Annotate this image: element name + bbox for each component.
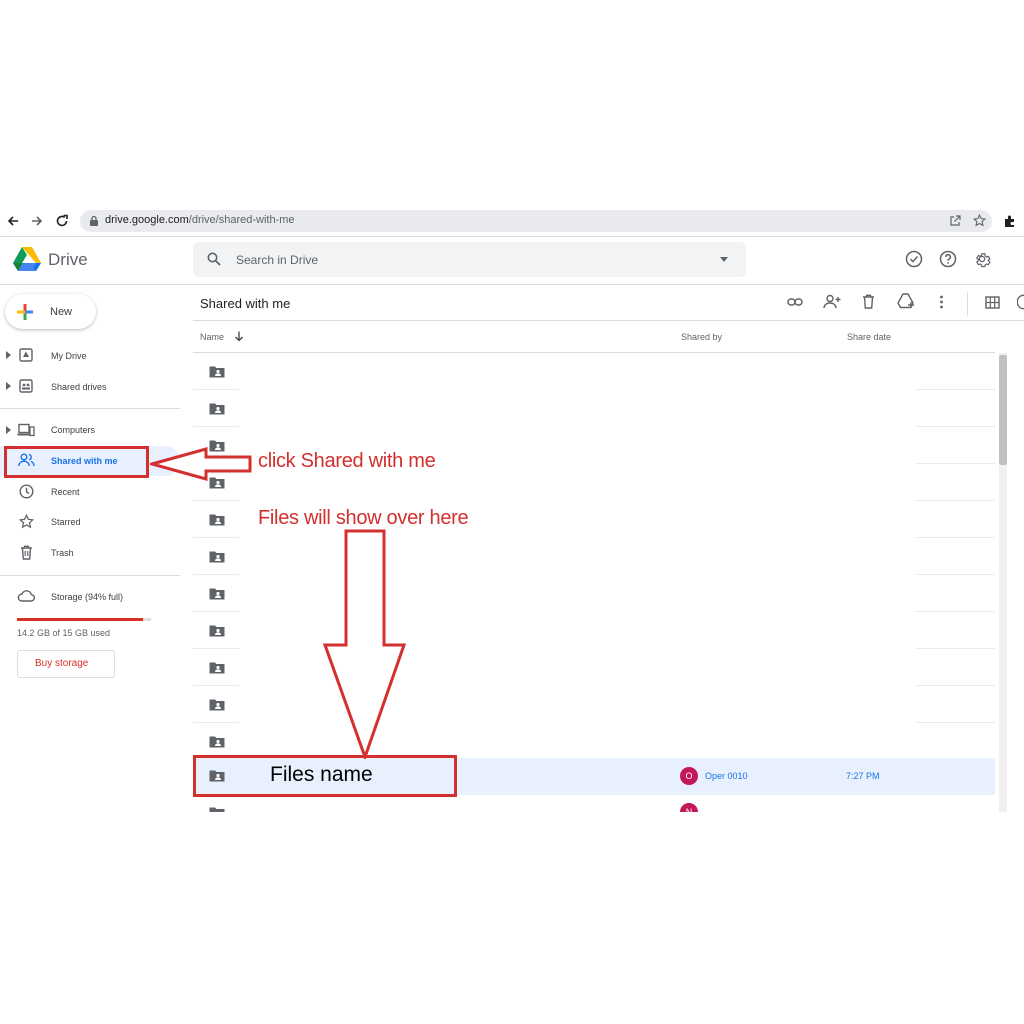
add-to-drive-icon[interactable] xyxy=(897,293,915,309)
app-title[interactable]: Drive xyxy=(48,250,88,270)
shared-folder-icon xyxy=(209,625,225,637)
shared-folder-icon xyxy=(209,662,225,674)
storage-bar-fill xyxy=(17,618,143,621)
column-header-name[interactable]: Name xyxy=(200,332,224,342)
bookmark-star-icon[interactable] xyxy=(973,214,986,227)
left-arrow-annotation-icon xyxy=(150,447,252,481)
my-drive-icon xyxy=(19,348,33,362)
table-row[interactable] xyxy=(193,390,995,427)
url-host: drive.google.com xyxy=(105,214,189,226)
blank-margin xyxy=(0,812,1024,1024)
more-options-icon[interactable] xyxy=(939,295,944,309)
avatar: O xyxy=(680,767,698,785)
lock-icon xyxy=(90,215,98,226)
shared-by-value: Oper 0010 xyxy=(705,771,748,781)
toolbar-divider xyxy=(967,292,968,316)
table-row[interactable] xyxy=(193,353,995,390)
shared-folder-icon xyxy=(209,551,225,563)
shared-folder-icon xyxy=(209,736,225,748)
sidebar-divider xyxy=(0,408,180,409)
sidebar-divider xyxy=(0,575,180,576)
shared-folder-icon xyxy=(209,403,225,415)
drive-logo-icon[interactable] xyxy=(12,246,42,272)
highlight-box-shared-with-me xyxy=(4,446,149,478)
delete-icon[interactable] xyxy=(862,294,875,309)
sidebar-item-starred[interactable]: Starred xyxy=(51,517,81,527)
table-row[interactable] xyxy=(193,649,995,686)
search-icon[interactable] xyxy=(207,252,221,266)
expand-my-drive-icon[interactable] xyxy=(6,351,11,359)
trash-icon xyxy=(21,545,32,560)
column-header-shared-by[interactable]: Shared by xyxy=(681,332,722,342)
expand-shared-drives-icon[interactable] xyxy=(6,382,11,390)
offline-ready-icon[interactable] xyxy=(905,250,923,268)
help-icon[interactable] xyxy=(939,250,957,268)
extensions-puzzle-icon[interactable] xyxy=(1003,214,1017,228)
highlight-box-file-row xyxy=(193,755,457,797)
table-row[interactable] xyxy=(193,538,995,575)
grid-view-icon[interactable] xyxy=(985,296,1000,309)
table-row[interactable] xyxy=(193,575,995,612)
star-icon xyxy=(19,514,34,529)
settings-gear-icon[interactable] xyxy=(973,250,991,268)
forward-arrow-icon[interactable] xyxy=(30,214,44,228)
sidebar-item-trash[interactable]: Trash xyxy=(51,548,74,558)
annotation-files-text: Files will show over here xyxy=(258,507,469,529)
cloud-icon xyxy=(17,590,35,602)
sort-down-arrow-icon[interactable] xyxy=(234,331,244,342)
shared-drives-icon xyxy=(19,379,33,393)
shared-folder-icon xyxy=(209,588,225,600)
buy-storage-label: Buy storage xyxy=(35,658,89,669)
computers-icon xyxy=(17,423,35,437)
link-icon[interactable] xyxy=(787,296,803,308)
storage-used-text: 14.2 GB of 15 GB used xyxy=(17,628,111,638)
sidebar-item-computers[interactable]: Computers xyxy=(51,425,95,435)
header-divider xyxy=(0,284,1024,285)
down-arrow-annotation-icon xyxy=(322,529,407,759)
annotation-click-text: click Shared with me xyxy=(258,450,436,472)
table-row[interactable] xyxy=(193,686,995,723)
scrollbar-thumb[interactable] xyxy=(999,355,1007,465)
shared-folder-icon xyxy=(209,366,225,378)
table-row[interactable] xyxy=(193,612,995,649)
expand-computers-icon[interactable] xyxy=(6,426,11,434)
open-external-icon[interactable] xyxy=(949,215,961,227)
url-path: /drive/shared-with-me xyxy=(188,214,295,226)
shared-folder-icon xyxy=(209,514,225,526)
clock-icon xyxy=(19,484,34,499)
new-button-label: New xyxy=(50,306,73,318)
plus-icon xyxy=(17,304,33,320)
toolbar-bottom-divider xyxy=(193,320,1024,321)
browser-divider xyxy=(0,236,1024,237)
back-arrow-icon[interactable] xyxy=(6,214,20,228)
storage-label[interactable]: Storage (94% full) xyxy=(51,592,123,602)
details-info-icon[interactable] xyxy=(1017,294,1024,310)
address-url[interactable]: drive.google.com/drive/shared-with-me xyxy=(105,214,295,226)
add-person-icon[interactable] xyxy=(823,294,841,309)
column-header-share-date[interactable]: Share date xyxy=(847,332,891,342)
sidebar-item-shared-drives[interactable]: Shared drives xyxy=(51,382,107,392)
search-options-caret-icon[interactable] xyxy=(719,257,729,263)
search-input[interactable]: Search in Drive xyxy=(236,253,318,267)
shared-folder-icon xyxy=(209,699,225,711)
page-title: Shared with me xyxy=(200,296,291,311)
sidebar-item-recent[interactable]: Recent xyxy=(51,487,80,497)
reload-icon[interactable] xyxy=(55,214,69,228)
sidebar-item-my-drive[interactable]: My Drive xyxy=(51,351,87,361)
share-date-value: 7:27 PM xyxy=(846,771,880,781)
